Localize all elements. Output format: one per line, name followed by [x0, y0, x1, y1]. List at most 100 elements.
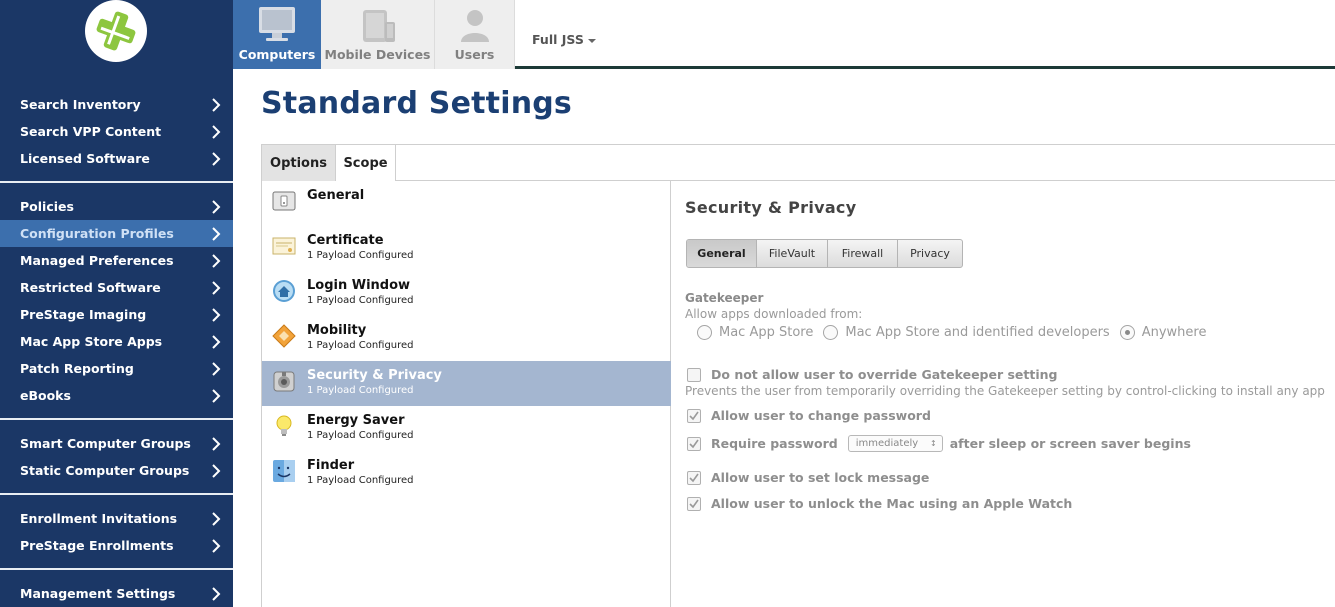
divider	[0, 493, 233, 495]
apple-watch-checkbox[interactable]	[687, 496, 701, 511]
divider	[0, 568, 233, 570]
sidebar-item-patch-reporting[interactable]: Patch Reporting	[0, 355, 233, 382]
security-icon	[273, 371, 295, 392]
payload-finder[interactable]: Finder 1 Payload Configured	[262, 451, 671, 496]
caret-down-icon	[587, 38, 596, 43]
payload-status: 1 Payload Configured	[307, 340, 414, 351]
sidebar-item-mac-app-store-apps[interactable]: Mac App Store Apps	[0, 328, 233, 355]
finder-icon	[273, 460, 295, 482]
nav-group-content: Policies Configuration Profiles Managed …	[0, 193, 233, 409]
sidebar-item-management-settings[interactable]: Management Settings	[0, 580, 233, 607]
site-label: Full JSS	[532, 32, 584, 47]
radio-mac-app-store[interactable]: Mac App Store	[697, 325, 813, 340]
payload-name: Certificate	[307, 233, 384, 248]
gatekeeper-label: Gatekeeper	[685, 291, 764, 305]
checkbox-label: Require password	[711, 436, 838, 451]
radio-dot	[1124, 330, 1130, 335]
sidebar-item-ebooks[interactable]: eBooks	[0, 382, 233, 409]
top-bar: Computers Mobile Devices Users Full JSS	[233, 0, 1335, 69]
radio-button[interactable]	[823, 325, 839, 340]
payload-status: 1 Payload Configured	[307, 295, 414, 306]
sidebar-item-search-vpp-content[interactable]: Search VPP Content	[0, 118, 233, 145]
jamf-logo	[85, 0, 147, 62]
nav-group-groups: Smart Computer Groups Static Computer Gr…	[0, 430, 233, 484]
general-icon	[272, 191, 296, 211]
tab-users[interactable]: Users	[435, 0, 515, 69]
checkbox-label: Do not allow user to override Gatekeeper…	[711, 367, 1058, 382]
payload-certificate[interactable]: Certificate 1 Payload Configured	[262, 226, 671, 271]
payload-name: Energy Saver	[307, 413, 405, 428]
radio-label: Anywhere	[1141, 325, 1207, 340]
tab-scope[interactable]: Scope	[336, 145, 396, 181]
payload-security-privacy[interactable]: Security & Privacy 1 Payload Configured	[262, 361, 671, 406]
detail-panel: Security & Privacy General FileVault Fir…	[671, 181, 1335, 607]
chevron-right-icon	[209, 586, 223, 601]
radio-button-selected[interactable]	[1119, 325, 1135, 340]
sidebar-item-label: eBooks	[20, 388, 71, 403]
override-gatekeeper-row: Do not allow user to override Gatekeeper…	[687, 367, 1058, 382]
payload-name: Login Window	[307, 278, 411, 293]
chevron-right-icon	[209, 388, 223, 403]
payload-status: 1 Payload Configured	[307, 475, 414, 486]
override-gatekeeper-checkbox[interactable]	[687, 367, 701, 382]
checkmark-icon	[689, 411, 699, 420]
sidebar-item-label: Patch Reporting	[20, 361, 134, 376]
checkmark-icon	[689, 439, 699, 448]
site-dropdown[interactable]: Full JSS	[532, 32, 596, 47]
segment-general[interactable]: General	[687, 240, 757, 267]
payload-status: 1 Payload Configured	[307, 250, 414, 261]
segment-privacy[interactable]: Privacy	[898, 240, 962, 267]
radio-label: Mac App Store	[719, 325, 814, 340]
divider	[0, 418, 233, 420]
sidebar-item-label: PreStage Enrollments	[20, 538, 174, 553]
sidebar-item-enrollment-invitations[interactable]: Enrollment Invitations	[0, 505, 233, 532]
apple-watch-row: Allow user to unlock the Mac using an Ap…	[687, 496, 1072, 511]
select-value: immediately	[855, 438, 919, 449]
checkbox-label: Allow user to change password	[711, 408, 931, 423]
payload-energy-saver[interactable]: Energy Saver 1 Payload Configured	[262, 406, 671, 451]
sidebar-item-licensed-software[interactable]: Licensed Software	[0, 145, 233, 172]
chevron-right-icon	[209, 97, 223, 112]
radio-anywhere[interactable]: Anywhere	[1119, 325, 1207, 340]
require-password-checkbox[interactable]	[687, 436, 701, 451]
nav-group-enrollment: Enrollment Invitations PreStage Enrollme…	[0, 505, 233, 559]
sidebar-item-label: Policies	[20, 199, 74, 214]
tab-options[interactable]: Options	[262, 145, 336, 181]
radio-identified-developers[interactable]: Mac App Store and identified developers	[823, 325, 1110, 340]
sidebar-item-smart-computer-groups[interactable]: Smart Computer Groups	[0, 430, 233, 457]
chevron-right-icon	[209, 334, 223, 349]
lock-message-checkbox[interactable]	[687, 470, 701, 485]
tab-computers[interactable]: Computers	[233, 0, 321, 69]
sidebar-item-policies[interactable]: Policies	[0, 193, 233, 220]
sidebar-item-label: Search Inventory	[20, 97, 141, 112]
select-arrows-icon: ↕	[930, 439, 937, 448]
sidebar-item-static-computer-groups[interactable]: Static Computer Groups	[0, 457, 233, 484]
payload-login-window[interactable]: Login Window 1 Payload Configured	[262, 271, 671, 316]
nav-group-management: Management Settings	[0, 580, 233, 607]
sidebar-item-search-inventory[interactable]: Search Inventory	[0, 91, 233, 118]
segment-filevault[interactable]: FileVault	[757, 240, 828, 267]
tab-label: Mobile Devices	[324, 47, 431, 62]
detail-title: Security & Privacy	[685, 198, 857, 217]
sidebar-item-restricted-software[interactable]: Restricted Software	[0, 274, 233, 301]
radio-label: Mac App Store and identified developers	[845, 325, 1110, 340]
sidebar-item-configuration-profiles[interactable]: Configuration Profiles	[0, 220, 233, 247]
sidebar-item-label: Search VPP Content	[20, 124, 162, 139]
chevron-right-icon	[209, 463, 223, 478]
sidebar-item-prestage-enrollments[interactable]: PreStage Enrollments	[0, 532, 233, 559]
chevron-right-icon	[209, 511, 223, 526]
sidebar-item-label: Management Settings	[20, 586, 176, 601]
chevron-right-icon	[209, 226, 223, 241]
segment-firewall[interactable]: Firewall	[828, 240, 898, 267]
sidebar-item-prestage-imaging[interactable]: PreStage Imaging	[0, 301, 233, 328]
change-password-checkbox[interactable]	[687, 408, 701, 423]
radio-button[interactable]	[697, 325, 712, 340]
payload-general[interactable]: General	[262, 181, 671, 226]
jamf-logo-icon	[96, 11, 136, 51]
tab-mobile-devices[interactable]: Mobile Devices	[321, 0, 435, 69]
sidebar-item-managed-preferences[interactable]: Managed Preferences	[0, 247, 233, 274]
payload-status: 1 Payload Configured	[307, 385, 414, 396]
sidebar-item-label: Licensed Software	[20, 151, 150, 166]
payload-mobility[interactable]: Mobility 1 Payload Configured	[262, 316, 671, 361]
require-password-select[interactable]: immediately ↕	[847, 435, 943, 452]
